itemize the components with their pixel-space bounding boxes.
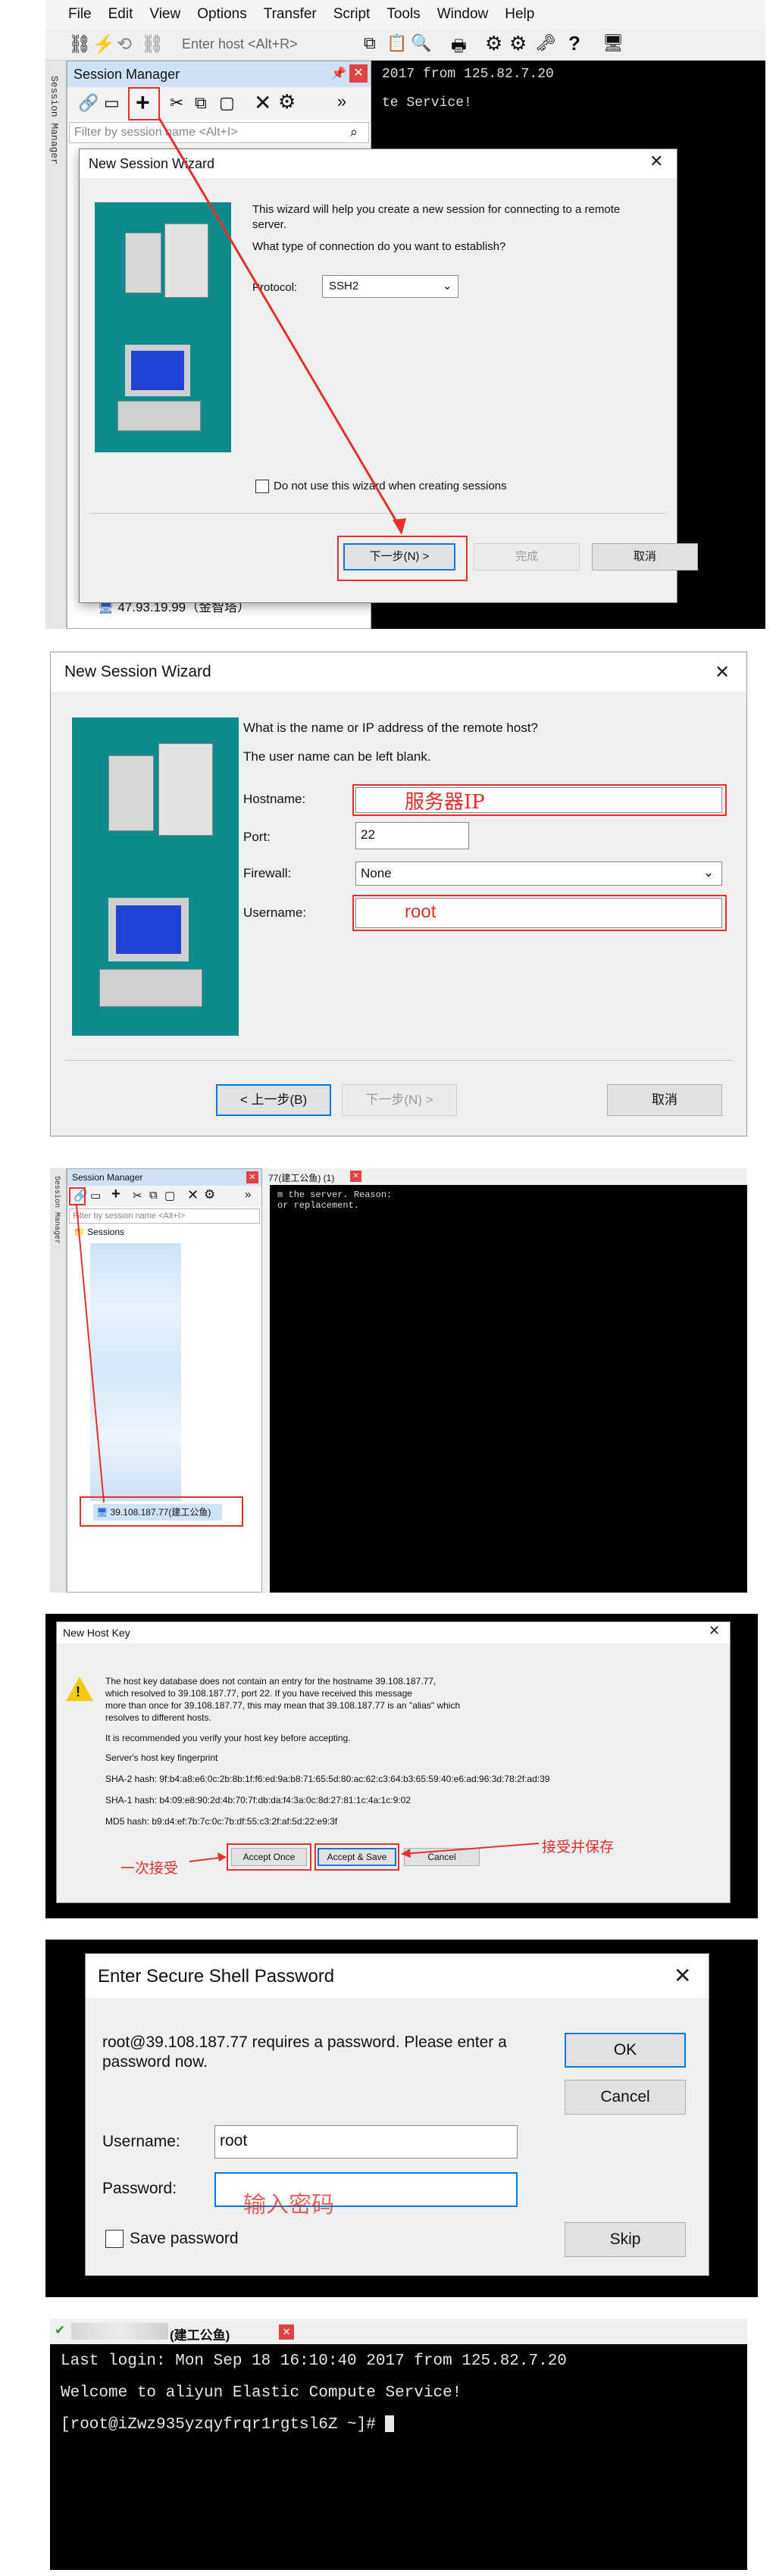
back-button[interactable]: < 上一步(B): [216, 1084, 331, 1116]
terminal-line: Last login: Mon Sep 18 16:10:40 2017 fro…: [61, 2352, 567, 2370]
side-tab[interactable]: Session Manager: [50, 1168, 67, 1593]
cursor: [385, 2415, 395, 2433]
password-hint: 输入密码: [243, 2192, 334, 2218]
terminal-tab-bar: ✔ (建工公鱼) ✕: [50, 2318, 747, 2344]
terminal-tab-title[interactable]: 77(建工公鱼) (1): [268, 1171, 334, 1184]
firewall-label: Firewall:: [243, 866, 292, 880]
annotation-arrows: [189, 1843, 540, 1862]
close-icon[interactable]: ✕: [674, 1963, 691, 1988]
hostname-label: Hostname:: [243, 792, 306, 806]
cancel-button[interactable]: Cancel: [565, 2080, 686, 2115]
port-input[interactable]: 22: [355, 822, 469, 849]
highlight-username: [352, 895, 727, 931]
separator: [64, 1060, 733, 1061]
port-label: Port:: [243, 830, 271, 844]
question-text: What is the name or IP address of the re…: [243, 721, 538, 735]
server-tower-icon: [158, 743, 213, 836]
port-value: 22: [361, 827, 375, 842]
screen5-backdrop: Enter Secure Shell Password ✕ root@39.10…: [45, 1940, 758, 2297]
blurred-host-label: [71, 2323, 168, 2340]
wizard-title: New Session Wizard: [64, 663, 211, 680]
skip-button[interactable]: Skip: [565, 2222, 686, 2257]
password-message: root@39.108.187.77 requires a password. …: [102, 2034, 507, 2071]
password-dialog: Enter Secure Shell Password ✕ root@39.10…: [85, 1953, 709, 2276]
highlight-hostname: [352, 784, 727, 816]
password-input[interactable]: 输入密码: [214, 2172, 518, 2218]
terminal-line: Welcome to aliyun Elastic Compute Servic…: [61, 2384, 462, 2402]
password-label: Password:: [102, 2180, 177, 2197]
screen2-new-session-wizard: New Session Wizard ✕ What is the name or…: [50, 652, 747, 1136]
terminal-line: m the server. Reason:: [277, 1190, 393, 1200]
save-password-checkbox[interactable]: [105, 2230, 124, 2248]
monitor-icon: [108, 898, 189, 961]
pc-base-icon: [99, 969, 202, 1007]
dialog-titlebar: Enter Secure Shell Password ✕: [86, 1954, 709, 1998]
note-text: The user name can be left blank.: [243, 749, 431, 764]
username-label: Username:: [102, 2133, 180, 2150]
connected-check-icon: ✔: [55, 2323, 66, 2337]
terminal-area[interactable]: m the server. Reason: or replacement.: [270, 1185, 747, 1593]
tab-close-icon[interactable]: ✕: [350, 1171, 361, 1182]
terminal-line: or replacement.: [277, 1200, 360, 1211]
terminal-tab-title[interactable]: (建工公鱼): [170, 2324, 230, 2343]
screen1-crt-main-window: File Edit View Options Transfer Script T…: [45, 0, 765, 629]
screen6-terminal-window: ✔ (建工公鱼) ✕ Last login: Mon Sep 18 16:10:…: [50, 2318, 747, 2570]
prompt-text: [root@iZwz935yzqyfrqr1rgtsl6Z ~]#: [61, 2416, 386, 2434]
cancel-button[interactable]: 取消: [607, 1084, 722, 1116]
server-tower-icon: [108, 755, 154, 831]
screen3-session-manager: Session Manager Session Manager ✕ 🔗 ▭ + …: [50, 1168, 747, 1593]
side-tab-label: Session Manager: [52, 1176, 61, 1245]
username-value: root: [220, 2132, 248, 2149]
save-password-label: Save password: [130, 2230, 239, 2247]
new-host-key-dialog: New Host Key ✕ ! The host key database d…: [56, 1621, 731, 1903]
firewall-select[interactable]: None ⌄: [355, 861, 722, 886]
annotation-line: [76, 1205, 105, 1503]
ok-button[interactable]: OK: [565, 2033, 686, 2068]
tab-close-icon[interactable]: ✕: [279, 2324, 294, 2340]
screen4-backdrop: New Host Key ✕ ! The host key database d…: [45, 1614, 758, 1918]
next-button[interactable]: 下一步(N) >: [342, 1084, 457, 1116]
session-manager-panel: Session Manager ✕ 🔗 ▭ + ✂ ⧉ ▢ ✕ ⚙ » Filt…: [67, 1168, 262, 1593]
wizard-titlebar: New Session Wizard ✕: [51, 652, 746, 692]
dialog-title: Enter Secure Shell Password: [98, 1966, 335, 1987]
username-input[interactable]: root: [214, 2125, 518, 2159]
terminal-area[interactable]: Last login: Mon Sep 18 16:10:40 2017 fro…: [61, 2346, 743, 2565]
terminal-prompt: [root@iZwz935yzqyfrqr1rgtsl6Z ~]#: [61, 2409, 743, 2441]
wizard-illustration: [72, 717, 239, 1036]
terminal-tab-bar: 77(建工公鱼) (1) ✕: [264, 1168, 747, 1185]
close-icon[interactable]: ✕: [715, 661, 730, 683]
annotation-arrow: [158, 117, 406, 535]
firewall-value: None: [361, 866, 392, 880]
chevron-down-icon: ⌄: [702, 865, 714, 880]
username-label: Username:: [243, 905, 307, 920]
